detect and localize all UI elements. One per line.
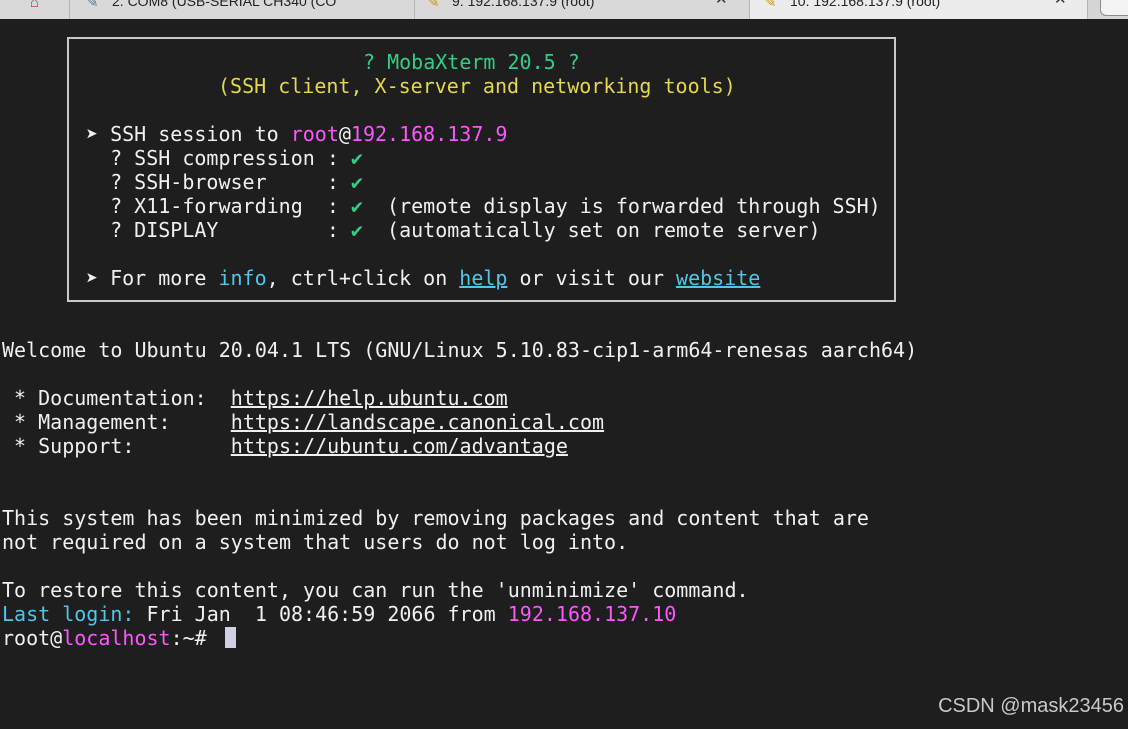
tab-bar: ⌂ ✎ 2. COM8 (USB-SERIAL CH340 (CO ✎ 9. 1… — [0, 0, 1128, 19]
feature-x11-forwarding: ? X11-forwarding : ✔ (remote display is … — [86, 194, 881, 218]
banner-subtitle: (SSH client, X-server and networking too… — [218, 74, 736, 98]
session-user: root — [290, 122, 339, 146]
tab-label: 2. COM8 (USB-SERIAL CH340 (CO — [112, 0, 337, 9]
last-login-ip: 192.168.137.10 — [507, 602, 677, 626]
tab-com8[interactable]: ✎ 2. COM8 (USB-SERIAL CH340 (CO — [70, 0, 415, 19]
terminal[interactable]: ? MobaXterm 20.5 ? (SSH client, X-server… — [0, 19, 1128, 729]
tab-home[interactable]: ⌂ — [0, 0, 70, 19]
minimized-line-1: This system has been minimized by removi… — [2, 506, 869, 530]
tab-session-9[interactable]: ✎ 9. 192.168.137.9 (root) ✕ — [415, 0, 750, 19]
serial-plug-icon: ✎ — [86, 0, 99, 11]
info-link[interactable]: info — [218, 266, 266, 290]
last-login-line: Last login: Fri Jan 1 08:46:59 2066 from… — [2, 602, 677, 626]
help-link[interactable]: help — [459, 266, 507, 290]
restore-line: To restore this content, you can run the… — [2, 578, 749, 602]
check-icon: ✔ — [350, 218, 363, 242]
text-cursor — [224, 627, 236, 648]
tab-label: 9. 192.168.137.9 (root) — [452, 0, 595, 9]
close-icon[interactable]: ✕ — [1054, 0, 1067, 7]
website-link[interactable]: website — [676, 266, 760, 290]
feature-ssh-browser: ? SSH-browser : ✔ — [86, 170, 363, 194]
support-link-line: * Support: https://ubuntu.com/advantage — [2, 434, 568, 458]
ssh-session-icon: ✎ — [427, 0, 440, 11]
ssh-session-icon: ✎ — [764, 0, 777, 11]
ssh-session-line: ➤ SSH session to root@192.168.137.9 — [86, 122, 508, 146]
check-icon: ✔ — [350, 146, 363, 170]
minimized-line-2: not required on a system that users do n… — [2, 530, 629, 554]
tab-session-10[interactable]: ✎ 10. 192.168.137.9 (root) ✕ — [750, 0, 1088, 19]
banner-title: ? MobaXterm 20.5 ? — [363, 50, 580, 74]
home-icon: ⌂ — [30, 0, 40, 11]
feature-display: ? DISPLAY : ✔ (automatically set on remo… — [86, 218, 821, 242]
more-info-line: ➤ For more info, ctrl+click on help or v… — [86, 266, 761, 290]
management-link-line: * Management: https://landscape.canonica… — [2, 410, 605, 434]
welcome-line: Welcome to Ubuntu 20.04.1 LTS (GNU/Linux… — [2, 338, 918, 362]
last-login-label: Last login: — [2, 602, 135, 626]
shell-prompt[interactable]: root@localhost:~# — [2, 626, 236, 650]
check-icon: ✔ — [350, 170, 363, 194]
feature-ssh-compression: ? SSH compression : ✔ — [86, 146, 363, 170]
prompt-host: localhost — [62, 626, 171, 650]
doc-link-line: * Documentation: https://help.ubuntu.com — [2, 386, 508, 410]
tab-label: 10. 192.168.137.9 (root) — [790, 0, 941, 9]
support-link[interactable]: https://ubuntu.com/advantage — [231, 434, 568, 458]
new-tab-icon[interactable] — [1100, 0, 1128, 16]
watermark: CSDN @mask23456 — [938, 695, 1124, 717]
management-link[interactable]: https://landscape.canonical.com — [231, 410, 604, 434]
close-icon[interactable]: ✕ — [715, 0, 728, 7]
session-host: 192.168.137.9 — [350, 122, 508, 146]
documentation-link[interactable]: https://help.ubuntu.com — [231, 386, 508, 410]
check-icon: ✔ — [350, 194, 363, 218]
